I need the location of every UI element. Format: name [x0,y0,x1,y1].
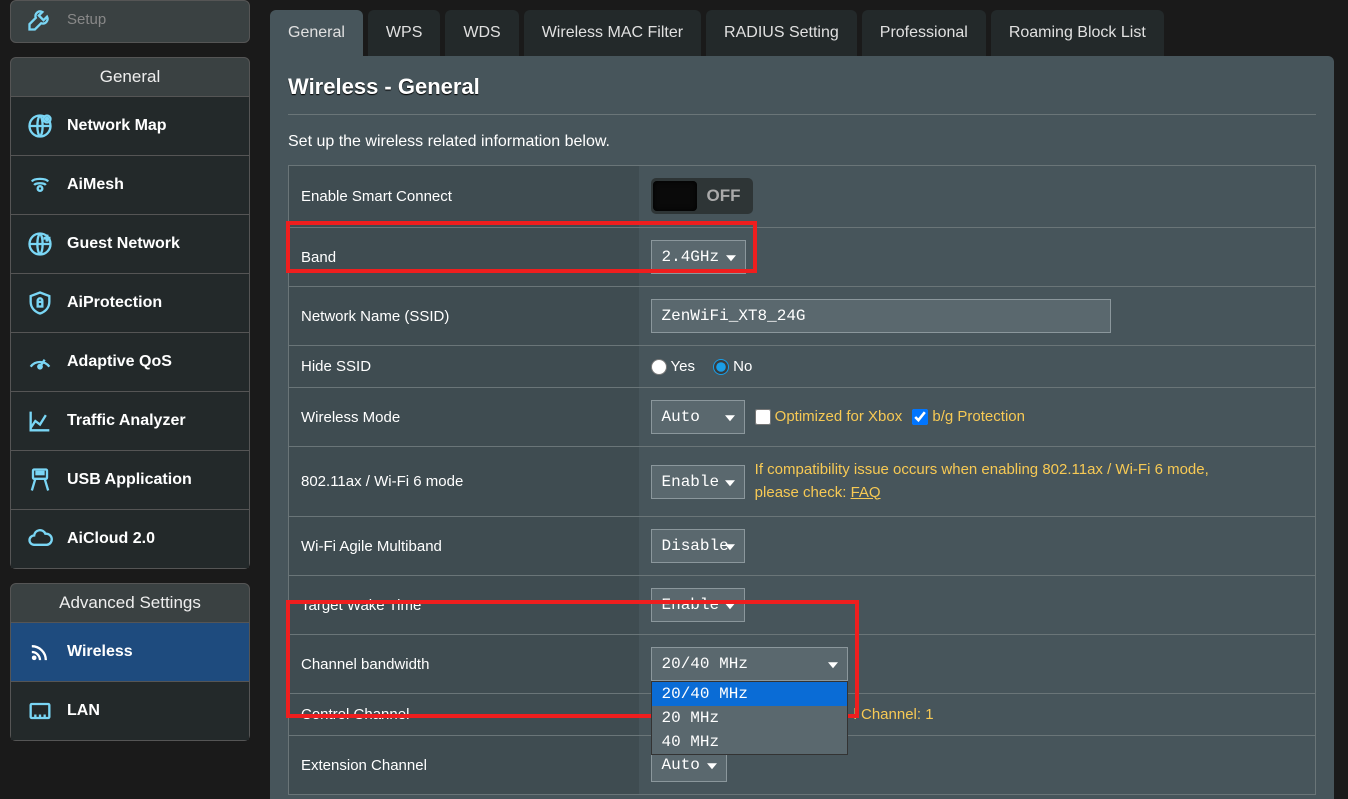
dropdown-bandwidth-options: 20/40 MHz 20 MHz 40 MHz [651,681,848,755]
usb-icon [25,465,55,495]
option-bandwidth-2040[interactable]: 20/40 MHz [652,682,847,706]
label-agile-multiband: Wi-Fi Agile Multiband [289,517,639,576]
sidebar-item-label: Setup [67,11,106,28]
sidebar-item-label: Traffic Analyzer [67,412,186,430]
select-twt[interactable]: Enable [651,588,745,622]
label-band: Band [289,228,639,287]
ethernet-icon [25,696,55,726]
select-agile[interactable]: Disable [651,529,745,563]
tab-wps[interactable]: WPS [368,10,440,56]
tab-professional[interactable]: Professional [862,10,986,56]
input-ssid[interactable] [651,299,1111,333]
label-channel-bandwidth: Channel bandwidth [289,635,639,694]
control-channel-hint: l Channel: 1 [854,706,934,723]
sidebar-item-guest-network[interactable]: Guest Network [11,214,249,273]
sidebar-item-lan[interactable]: LAN [11,681,249,740]
wrench-icon [25,4,55,34]
tab-roaming-block[interactable]: Roaming Block List [991,10,1164,56]
radio-hide-yes[interactable] [651,359,667,375]
select-ax-mode[interactable]: Enable [651,465,745,499]
label-hide-ssid: Hide SSID [289,346,639,388]
option-bandwidth-20[interactable]: 20 MHz [652,706,847,730]
sidebar-item-label: LAN [67,702,100,720]
label-ax-mode: 802.11ax / Wi-Fi 6 mode [289,447,639,517]
wifi-icon [25,637,55,667]
checkbox-xbox[interactable] [755,409,771,425]
label-smart-connect: Enable Smart Connect [289,166,639,228]
ax-hint-text: If compatibility issue occurs when enabl… [755,461,1209,501]
sidebar-item-label: AiProtection [67,294,162,312]
page-title: Wireless - General [288,74,1316,115]
cloud-icon [25,524,55,554]
label-ssid: Network Name (SSID) [289,287,639,346]
sidebar-item-label: USB Application [67,471,192,489]
sidebar-section-general-header: General [10,57,250,97]
faq-link[interactable]: FAQ [851,484,881,501]
globe-icon [25,111,55,141]
chart-icon [25,406,55,436]
sidebar-item-aicloud[interactable]: AiCloud 2.0 [11,509,249,568]
checkbox-bg-protection[interactable] [912,409,928,425]
sidebar-section-advanced-header: Advanced Settings [10,583,250,623]
shield-icon [25,288,55,318]
option-bandwidth-40[interactable]: 40 MHz [652,730,847,754]
tab-general[interactable]: General [270,10,363,56]
sidebar-item-label: Guest Network [67,235,180,253]
sidebar-item-label: AiCloud 2.0 [67,530,155,548]
mesh-icon [25,170,55,200]
sidebar-item-wireless[interactable]: Wireless [11,623,249,681]
select-wireless-mode[interactable]: Auto [651,400,745,434]
select-band[interactable]: 2.4GHz [651,240,747,274]
sidebar-item-usb-application[interactable]: USB Application [11,450,249,509]
tab-wds[interactable]: WDS [445,10,518,56]
sidebar-item-label: AiMesh [67,176,124,194]
label-wireless-mode: Wireless Mode [289,388,639,447]
toggle-smart-connect[interactable]: OFF [651,178,753,214]
sidebar-item-aimesh[interactable]: AiMesh [11,155,249,214]
gauge-icon [25,347,55,377]
label-target-wake-time: Target Wake Time [289,576,639,635]
sidebar-item-traffic-analyzer[interactable]: Traffic Analyzer [11,391,249,450]
sidebar-item-label: Wireless [67,643,133,661]
tab-mac-filter[interactable]: Wireless MAC Filter [524,10,701,56]
sidebar-item-label: Network Map [67,117,167,135]
toggle-state-label: OFF [697,186,751,206]
radio-hide-no[interactable] [713,359,729,375]
sidebar-item-aiprotection[interactable]: AiProtection [11,273,249,332]
select-channel-bandwidth[interactable]: 20/40 MHz [651,647,848,681]
globe-plus-icon [25,229,55,259]
page-instruction: Set up the wireless related information … [288,133,1316,151]
sidebar-item-setup[interactable]: Setup [10,0,250,43]
tab-radius[interactable]: RADIUS Setting [706,10,857,56]
sidebar-item-adaptive-qos[interactable]: Adaptive QoS [11,332,249,391]
sidebar-item-network-map[interactable]: Network Map [11,97,249,155]
label-extension-channel: Extension Channel [289,736,639,795]
toggle-knob [653,181,697,211]
sidebar-item-label: Adaptive QoS [67,353,172,371]
label-control-channel: Control Channel [289,694,639,736]
